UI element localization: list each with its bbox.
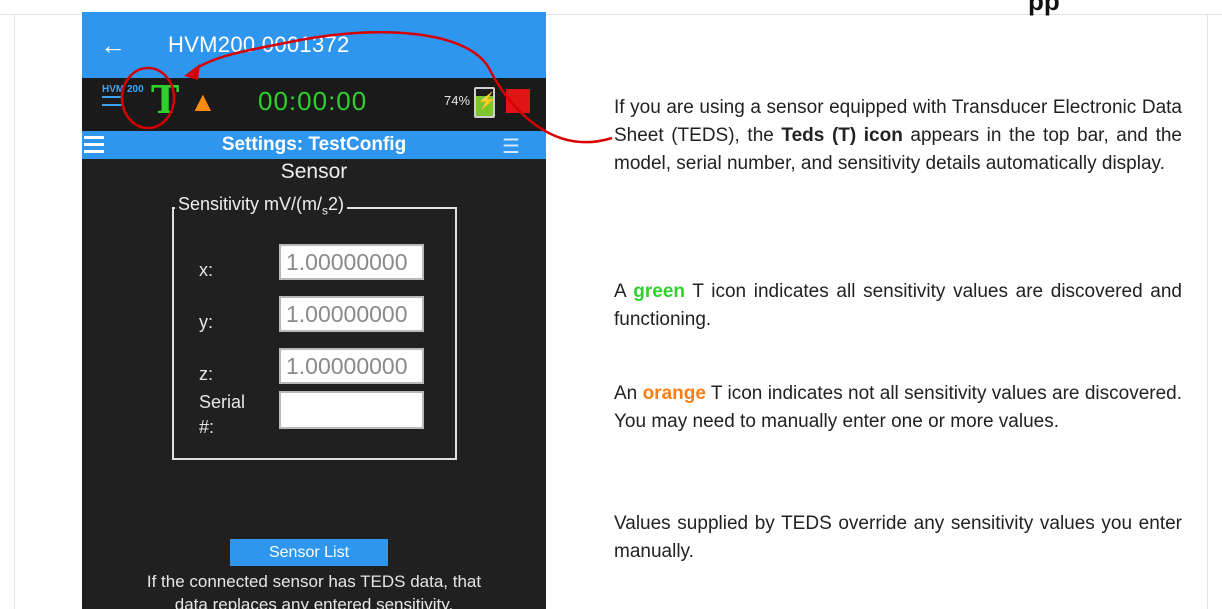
serial-number-input[interactable] — [279, 391, 424, 429]
app-bar: ← HVM200 0001372 — [82, 12, 546, 78]
timer-readout: 00:00:00 — [258, 86, 368, 116]
teds-icon[interactable]: T — [151, 78, 179, 122]
page-frame-left — [0, 14, 15, 609]
battery-charging-icon — [474, 87, 497, 118]
field-label-y: y: — [199, 312, 214, 332]
battery-percent: 74% — [444, 93, 471, 108]
page-frame-right — [1207, 14, 1222, 609]
sensitivity-x-input[interactable]: 1.00000000 — [279, 244, 424, 280]
field-label-x: x: — [199, 260, 214, 280]
orange-term: orange — [642, 383, 706, 404]
hvm-logo-icon: HVM 200 — [102, 84, 144, 106]
sensitivity-y-input[interactable]: 1.00000000 — [279, 296, 424, 332]
sensitivity-z-input[interactable]: 1.00000000 — [279, 348, 424, 384]
doc-paragraph-override: Values supplied by TEDS override any sen… — [614, 513, 1182, 562]
field-label-z: z: — [199, 364, 214, 384]
warning-triangle-icon[interactable]: ▲ — [189, 88, 217, 116]
back-arrow-icon[interactable]: ← — [100, 32, 126, 58]
sensitivity-legend: Sensitivity mV/(m/s2) — [175, 194, 348, 218]
section-title: Sensor — [280, 160, 348, 183]
sensor-list-button[interactable]: Sensor List — [230, 539, 388, 566]
settings-title: Settings: TestConfig — [221, 134, 407, 155]
green-term: green — [633, 281, 686, 302]
teds-icon-term: Teds (T) icon — [781, 125, 903, 146]
teds-note: If the connected sensor has TEDS data, t… — [146, 572, 482, 609]
record-indicator-icon[interactable] — [506, 89, 530, 113]
cropped-heading-fragment: pp — [1028, 0, 1060, 16]
app-title: HVM200 0001372 — [168, 32, 350, 57]
settings-bar: Settings: TestConfig ☰ — [82, 131, 546, 159]
phone-screenshot: ← HVM200 0001372 HVM 200 T ▲ 00:00:00 74… — [82, 12, 546, 609]
doc-paragraph-teds: If you are using a sensor equipped with … — [614, 97, 1182, 174]
list-view-icon[interactable]: ☰ — [502, 134, 520, 159]
serial-label: Serial #: — [199, 392, 246, 437]
doc-paragraph-green: A green T icon indicates all sensitivity… — [614, 281, 1182, 330]
doc-paragraph-orange: An orange T icon indicates not all sensi… — [614, 383, 1182, 432]
